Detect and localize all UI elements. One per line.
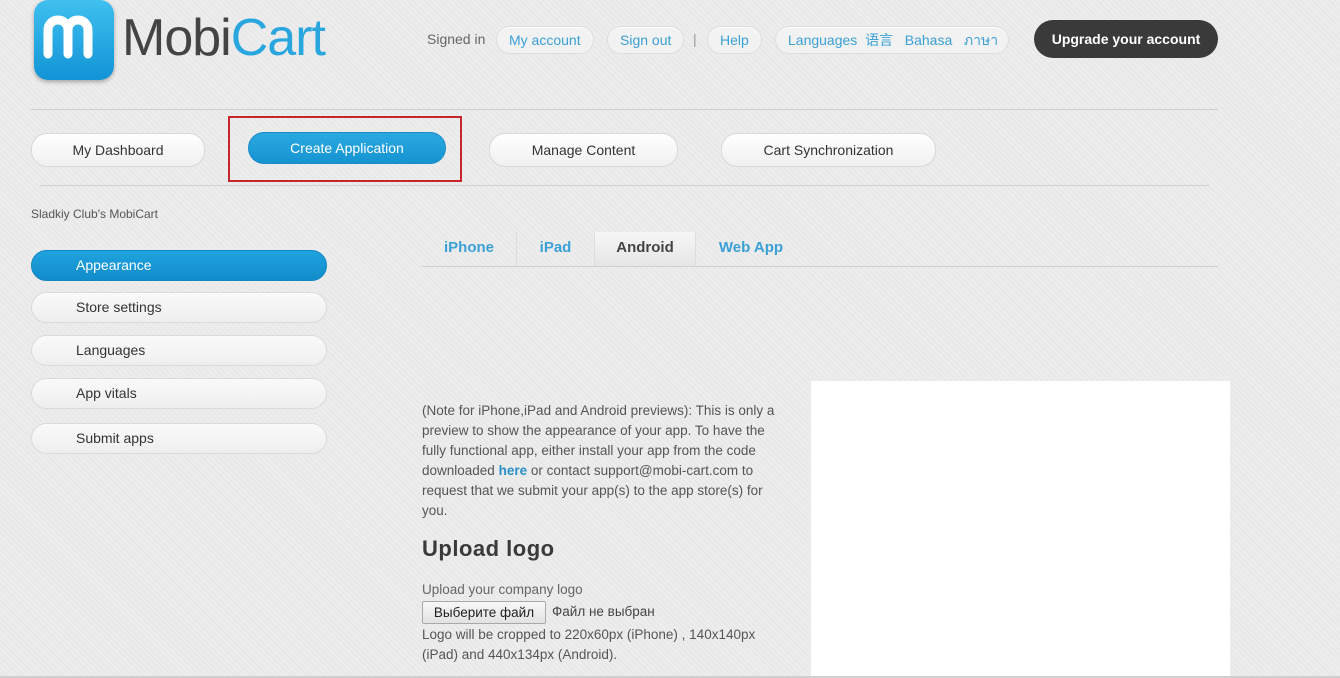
logo-crop-note: Logo will be cropped to 220x60px (iPhone… bbox=[422, 627, 756, 662]
preview-note: (Note for iPhone,iPad and Android previe… bbox=[422, 401, 784, 521]
sidebar-item-submit-apps[interactable]: Submit apps bbox=[31, 423, 327, 454]
app-preview-panel bbox=[811, 381, 1230, 678]
upgrade-account-button[interactable]: Upgrade your account bbox=[1034, 20, 1218, 58]
languages-group: Languages 语言 Bahasa ภาษา bbox=[775, 26, 1010, 54]
tab-ipad[interactable]: iPad bbox=[517, 232, 594, 266]
no-file-chosen-text: Файл не выбран bbox=[552, 604, 655, 619]
sidebar-item-languages[interactable]: Languages bbox=[31, 335, 327, 366]
languages-label: Languages bbox=[788, 32, 858, 48]
brand-mobi: Mobi bbox=[122, 9, 232, 67]
tab-web-app[interactable]: Web App bbox=[696, 232, 806, 266]
lang-chinese-link[interactable]: 语言 bbox=[865, 32, 893, 48]
help-link[interactable]: Help bbox=[707, 26, 762, 54]
choose-file-button[interactable]: Выберите файл bbox=[422, 601, 546, 624]
lang-thai-link[interactable]: ภาษา bbox=[964, 32, 998, 48]
here-link[interactable]: here bbox=[499, 463, 528, 478]
m-logo-icon bbox=[43, 15, 93, 59]
brand-name: MobiCart bbox=[122, 8, 326, 68]
nav-my-dashboard[interactable]: My Dashboard bbox=[31, 133, 205, 167]
sidebar-item-appearance[interactable]: Appearance bbox=[31, 250, 327, 281]
upload-logo-label: Upload your company logo bbox=[422, 582, 583, 597]
nav-divider bbox=[40, 185, 1209, 186]
tab-android[interactable]: Android bbox=[594, 232, 696, 266]
upload-logo-heading: Upload logo bbox=[422, 536, 555, 561]
mobicart-logo-icon bbox=[34, 0, 114, 80]
sign-out-link[interactable]: Sign out bbox=[607, 26, 685, 54]
sidebar-item-store-settings[interactable]: Store settings bbox=[31, 292, 327, 323]
sidebar-item-app-vitals[interactable]: App vitals bbox=[31, 378, 327, 409]
highlight-box bbox=[228, 116, 462, 182]
tabs-underline bbox=[422, 266, 1218, 267]
nav-cart-synchronization[interactable]: Cart Synchronization bbox=[721, 133, 936, 167]
my-account-link[interactable]: My account bbox=[496, 26, 594, 54]
nav-manage-content[interactable]: Manage Content bbox=[489, 133, 678, 167]
signed-in-label: Signed in bbox=[427, 31, 486, 47]
header-separator: | bbox=[693, 31, 697, 47]
brand-cart: Cart bbox=[230, 9, 326, 67]
header-divider bbox=[31, 109, 1218, 110]
tab-iphone[interactable]: iPhone bbox=[422, 232, 516, 266]
lang-bahasa-link[interactable]: Bahasa bbox=[905, 32, 952, 48]
store-name: Sladkiy Club's MobiCart bbox=[31, 207, 159, 221]
